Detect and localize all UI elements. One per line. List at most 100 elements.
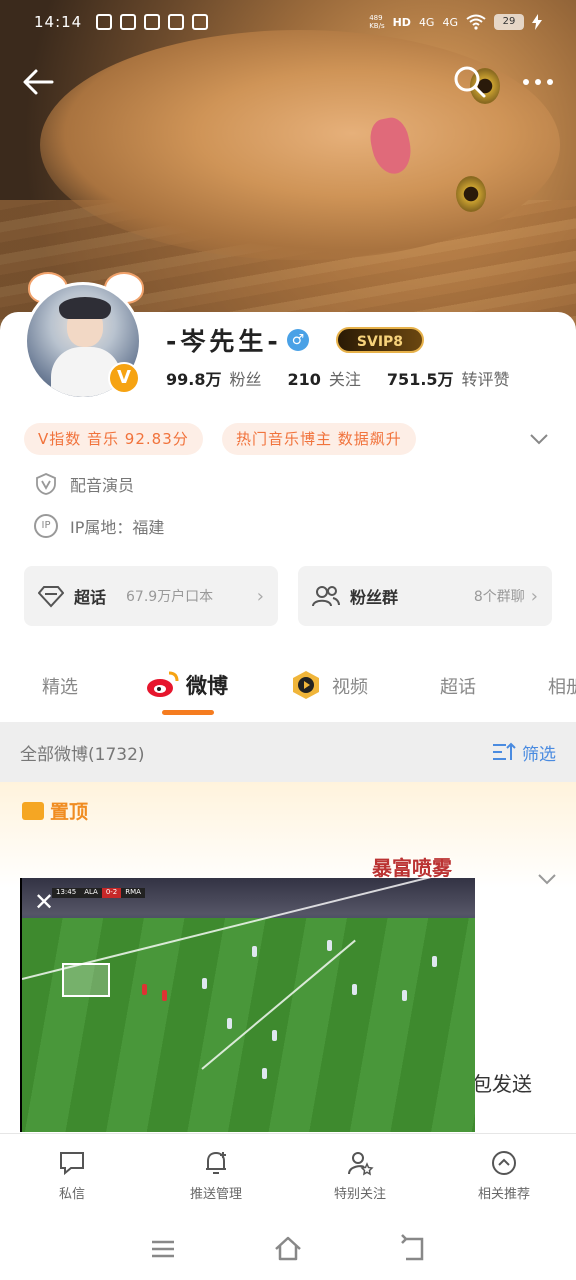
bell-plus-icon <box>206 1151 226 1174</box>
arrow-left-icon[interactable] <box>18 62 58 102</box>
video-play-icon <box>293 671 319 699</box>
stat-label: 转评赞 <box>461 370 510 389</box>
app-notification-icon <box>144 14 161 30</box>
avatar[interactable]: V <box>24 282 142 400</box>
chevron-up-circle-icon <box>492 1151 516 1175</box>
sticker-text: 暴富喷雾 <box>372 856 452 880</box>
push-management-label: 推送管理 <box>189 1187 242 1202</box>
crown-icon <box>22 801 44 820</box>
filter-sort-icon <box>493 742 516 760</box>
score-overlay: 13:45 ALA 0-2 RMA <box>52 888 145 898</box>
player <box>352 984 357 995</box>
stat-label: 粉丝 <box>229 370 262 389</box>
menu-icon[interactable] <box>148 1234 178 1264</box>
filter-bar: 全部微博(1732) 筛选 <box>0 722 576 782</box>
profile-stats: 99.8万 粉丝 210 关注 751.5万 转评赞 <box>166 366 536 390</box>
related-recommend-button[interactable]: 相关推荐 <box>432 1134 576 1217</box>
diamond-icon <box>38 586 64 608</box>
battery-icon: 29 <box>494 14 524 30</box>
tab-chaohua[interactable]: 超话 <box>440 673 476 699</box>
stat-following[interactable]: 210 关注 <box>288 366 361 390</box>
role-text: 配音演员 <box>70 476 135 495</box>
shield-v-icon <box>36 473 56 495</box>
chevron-right-icon: › <box>256 585 264 607</box>
goal <box>62 963 110 997</box>
player <box>252 946 257 957</box>
stat-likes: 751.5万 转评赞 <box>387 366 510 390</box>
related-recommend-label: 相关推荐 <box>477 1187 530 1202</box>
fans-group-label: 粉丝群 <box>350 588 399 607</box>
player <box>262 1068 267 1079</box>
chevron-down-icon[interactable] <box>528 428 550 450</box>
floating-video-player[interactable]: 13:45 ALA 0-2 RMA ✕ <box>20 878 475 1132</box>
search-icon[interactable] <box>450 62 490 102</box>
home-icon[interactable] <box>273 1234 303 1264</box>
pinned-title: 置顶 <box>22 797 88 824</box>
player <box>142 984 147 995</box>
app-notification-icon <box>120 14 137 30</box>
hd-icon: HD <box>392 15 411 29</box>
player <box>327 940 332 951</box>
player <box>402 990 407 1001</box>
stat-number: 210 <box>287 370 321 389</box>
close-icon[interactable]: ✕ <box>34 888 54 916</box>
verified-badge: V <box>108 362 140 394</box>
player <box>202 978 207 989</box>
app-notification-icon <box>192 14 209 30</box>
chaohua-card[interactable]: 超话 67.9万户口本 › <box>24 566 278 626</box>
avatar-hat <box>59 297 111 319</box>
stat-number: 99.8万 <box>166 370 222 389</box>
pinned-label: 置顶 <box>50 801 89 823</box>
stat-number: 751.5万 <box>386 370 454 389</box>
svip-badge[interactable]: SVIP8 <box>336 327 424 353</box>
system-nav-bar <box>0 1217 576 1280</box>
private-message-label: 私信 <box>58 1187 85 1202</box>
filter-label: 筛选 <box>522 744 556 765</box>
match-score: 0-2 <box>101 888 122 898</box>
hot-music-tag[interactable]: 热门音乐博主 数据飙升 <box>222 423 416 455</box>
v-index-tag[interactable]: V指数 音乐 92.83分 <box>24 423 203 455</box>
status-right: 489 KB/s HD 4G 4G 29 <box>369 14 542 30</box>
team-right: RMA <box>121 888 145 898</box>
message-icon <box>60 1152 84 1176</box>
net-speed: 489 KB/s <box>369 14 385 30</box>
group-icon <box>312 586 340 607</box>
stat-fans[interactable]: 99.8万 粉丝 <box>166 366 262 390</box>
ip-row: IP IP属地：福建 <box>34 514 164 538</box>
signal-icon: 4G <box>442 15 458 29</box>
back-icon[interactable] <box>398 1233 428 1264</box>
bottom-action-bar: 私信 推送管理 特别关注 相关推荐 <box>0 1133 576 1217</box>
player <box>227 1018 232 1029</box>
cat-eye <box>456 176 486 212</box>
male-gender-icon: ♂ <box>287 329 309 351</box>
push-management-button[interactable]: 推送管理 <box>144 1134 288 1217</box>
app-notification-icon <box>168 14 185 30</box>
special-follow-label: 特别关注 <box>333 1187 386 1202</box>
status-time: 14:14 <box>34 13 83 31</box>
more-horizontal-icon[interactable] <box>518 62 558 102</box>
filter-button[interactable]: 筛选 <box>492 740 556 765</box>
fans-group-card[interactable]: 粉丝群 8个群聊 › <box>298 566 552 626</box>
tab-album[interactable]: 相册 <box>548 673 576 699</box>
active-tab-indicator <box>162 710 214 715</box>
tab-video[interactable]: 视频 <box>332 673 368 699</box>
chaohua-label: 超话 <box>74 588 107 607</box>
status-bar: 14:14 489 KB/s HD 4G 4G 29 <box>0 0 576 44</box>
player <box>162 990 167 1001</box>
weibo-logo-icon <box>147 671 179 697</box>
role-row: 配音演员 <box>34 472 134 496</box>
chaohua-sub: 67.9万户口本 <box>126 589 214 605</box>
player <box>432 956 437 967</box>
tab-weibo[interactable]: 微博 <box>186 670 228 700</box>
tab-featured[interactable]: 精选 <box>42 673 78 699</box>
player <box>272 1030 277 1041</box>
wifi-icon <box>466 14 486 30</box>
chevron-down-icon[interactable] <box>536 868 558 890</box>
private-message-button[interactable]: 私信 <box>0 1134 144 1217</box>
team-left: ALA <box>80 888 102 898</box>
football-pitch <box>22 918 475 1132</box>
fans-group-sub: 8个群聊 <box>473 589 525 605</box>
stat-label: 关注 <box>328 370 361 389</box>
app-notification-icon <box>96 14 113 30</box>
special-follow-button[interactable]: 特别关注 <box>288 1134 432 1217</box>
